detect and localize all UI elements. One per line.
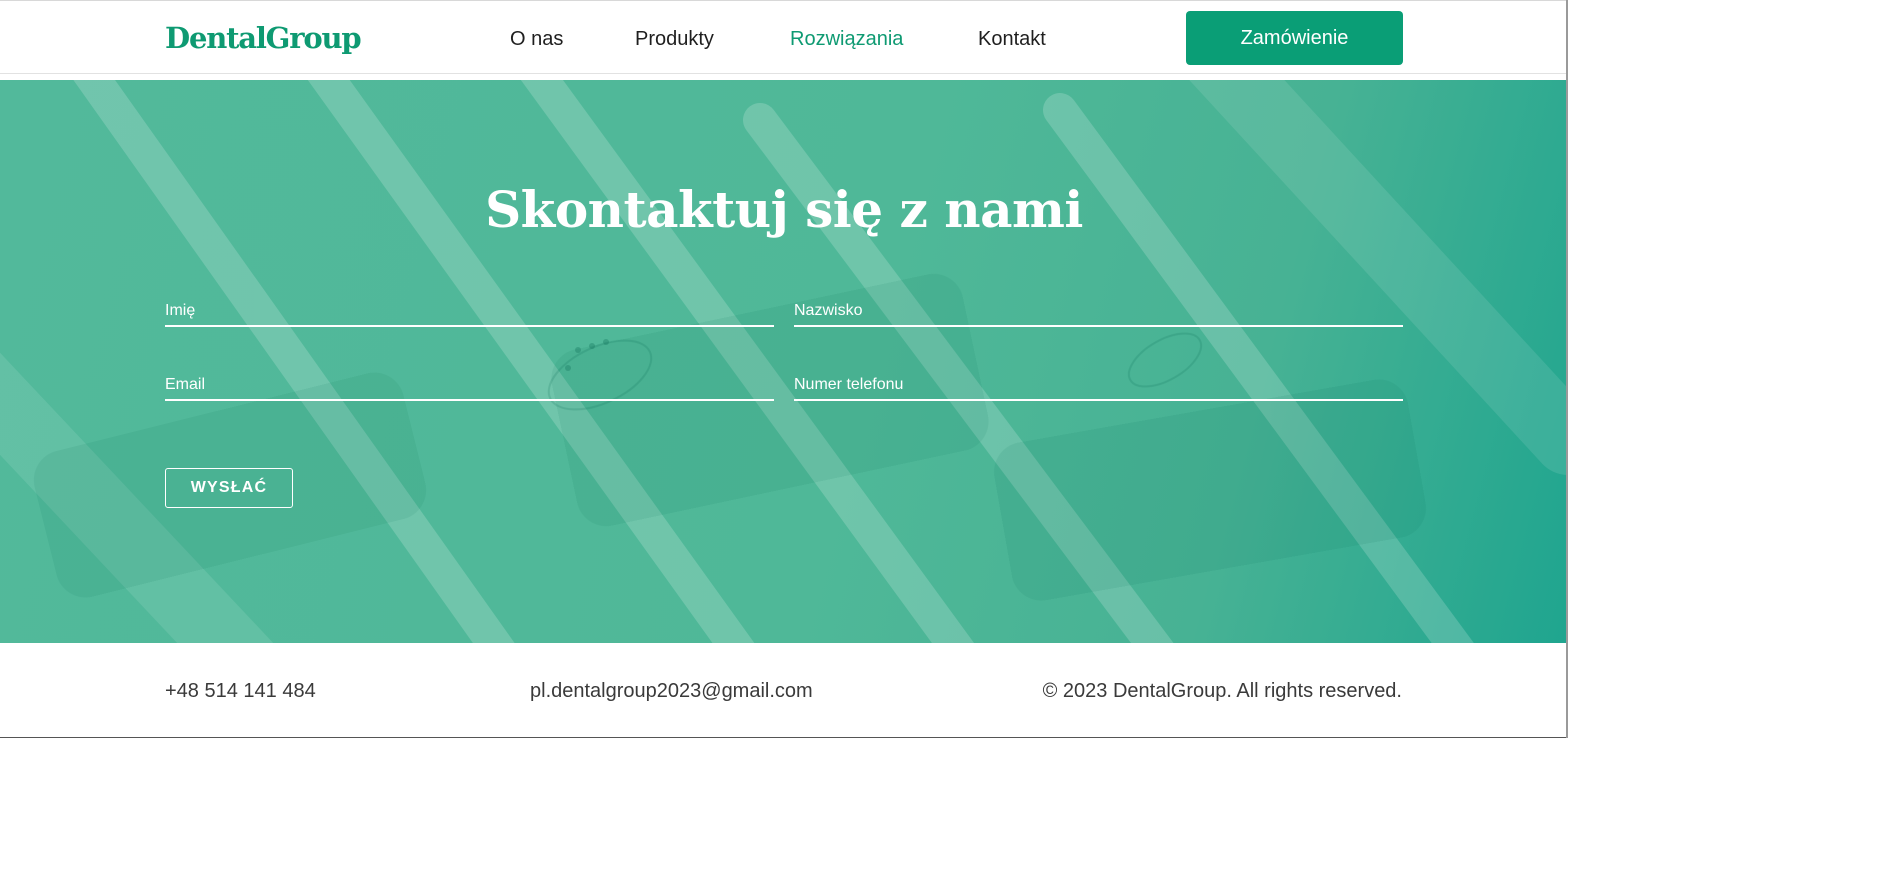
nav-link-kontakt[interactable]: Kontakt [978, 27, 1046, 51]
first-name-field-wrapper [165, 287, 774, 327]
scrollbar-edge[interactable] [1566, 0, 1568, 738]
logo[interactable]: DentalGroup [165, 19, 362, 57]
order-button[interactable]: Zamówienie [1186, 11, 1403, 65]
site-footer: +48 514 141 484 pl.dentalgroup2023@gmail… [0, 643, 1568, 738]
phone-field[interactable] [794, 361, 1403, 401]
nav-link-produkty[interactable]: Produkty [635, 27, 714, 51]
email-field-wrapper [165, 361, 774, 401]
nav-link-o-nas[interactable]: O nas [510, 27, 563, 51]
site-header: DentalGroup O nas Produkty Rozwiązania K… [0, 0, 1568, 74]
last-name-field-wrapper [794, 287, 1403, 327]
first-name-field[interactable] [165, 287, 774, 327]
contact-hero: Skontaktuj się z nami WYSŁAĆ [0, 80, 1568, 643]
nav-link-rozwiazania[interactable]: Rozwiązania [790, 27, 903, 51]
footer-phone[interactable]: +48 514 141 484 [165, 679, 316, 703]
footer-email[interactable]: pl.dentalgroup2023@gmail.com [530, 679, 813, 703]
submit-button[interactable]: WYSŁAĆ [165, 468, 293, 508]
last-name-field[interactable] [794, 287, 1403, 327]
email-field[interactable] [165, 361, 774, 401]
page-title: Skontaktuj się z nami [485, 180, 1083, 239]
phone-field-wrapper [794, 361, 1403, 401]
footer-copyright: © 2023 DentalGroup. All rights reserved. [1042, 680, 1402, 702]
